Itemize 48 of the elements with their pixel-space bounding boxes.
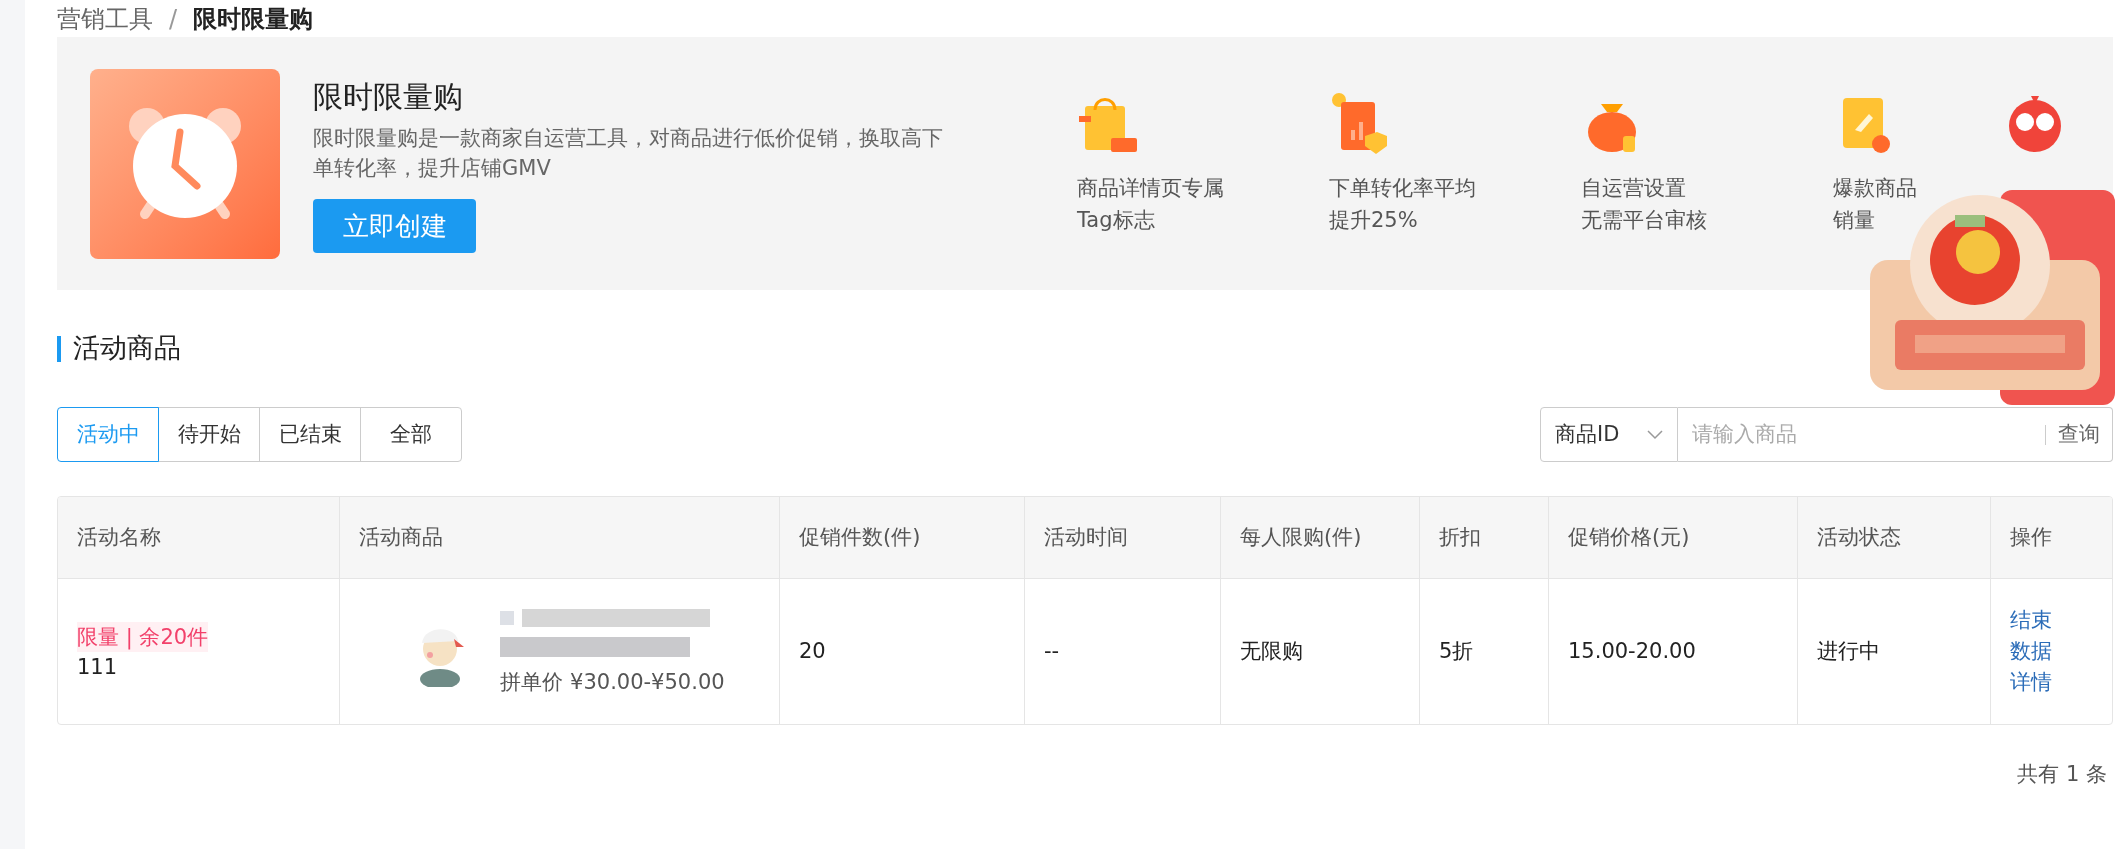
filter-tab[interactable]: 活动中 [57, 407, 159, 462]
banner-description: 限时限量购是一款商家自运营工具，对商品进行低价促销，换取高下单转化率，提升店铺GMV [313, 125, 944, 182]
status-text: 进行中 [1817, 637, 1881, 665]
create-button[interactable]: 立即创建 [313, 199, 476, 253]
limit-tag: 限量 | 余20件 [77, 621, 209, 652]
discount-text: 5折 [1439, 637, 1475, 665]
column-header: 操作 [2009, 523, 2053, 551]
time-text: -- [1044, 637, 1061, 665]
quantity-text: 20 [799, 637, 827, 665]
column-header: 促销件数(件) [780, 497, 1025, 578]
feature-text: 提升25% [1329, 206, 1419, 234]
price-text: 15.00-20.00 [1568, 637, 1697, 665]
breadcrumb-item: 限时限量购 [193, 3, 314, 35]
action-link[interactable]: 详情 [2010, 667, 2052, 698]
chevron-down-icon [1647, 429, 1663, 440]
feature-text: Tag标志 [1077, 206, 1156, 234]
filter-tab[interactable]: 已结束 [259, 407, 361, 462]
feature-text: 无需平台审核 [1581, 206, 1708, 234]
column-header: 活动商品 [340, 497, 780, 578]
section-marker [57, 335, 61, 362]
total-count: 共有 1 条 [2017, 761, 2107, 789]
column-header: 活动时间 [1025, 497, 1221, 578]
action-link[interactable]: 数据 [2010, 636, 2052, 667]
column-header: 活动状态 [1798, 497, 1991, 578]
search-field[interactable]: 请输入商品 [1678, 407, 2045, 462]
group-price: 拼单价 ¥30.00-¥50.00 [500, 668, 725, 696]
limit-text: 无限购 [1240, 637, 1304, 665]
activity-name: 111 [77, 653, 119, 681]
column-header: 折扣 [1420, 497, 1549, 578]
feature-text: 下单转化率平均 [1329, 174, 1477, 202]
filter-tab[interactable]: 全部 [360, 407, 462, 462]
filter-tab[interactable]: 待开始 [158, 407, 260, 462]
feature-text: 爆款商品 [1833, 174, 1918, 202]
feature-text: 销量 [1833, 206, 1876, 234]
search-button[interactable]: 查询 [2046, 407, 2113, 462]
column-header: 活动名称 [58, 497, 340, 578]
alarm-clock-icon [90, 68, 280, 259]
banner-title: 限时限量购 [313, 78, 464, 116]
column-header: 促销价格(元) [1549, 497, 1798, 578]
field-dropdown[interactable]: 商品ID [1540, 407, 1678, 462]
feature-text: 商品详情页专属 [1077, 174, 1225, 202]
feature-text: 自运营设置 [1581, 174, 1687, 202]
section-title: 活动商品 [73, 331, 181, 366]
breadcrumb-separator: / [169, 3, 178, 35]
action-link[interactable]: 结束 [2010, 605, 2052, 636]
column-header: 每人限购(件) [1221, 497, 1420, 578]
dropdown-label: 商品ID [1555, 420, 1620, 448]
breadcrumb-item[interactable]: 营销工具 [57, 0, 153, 37]
